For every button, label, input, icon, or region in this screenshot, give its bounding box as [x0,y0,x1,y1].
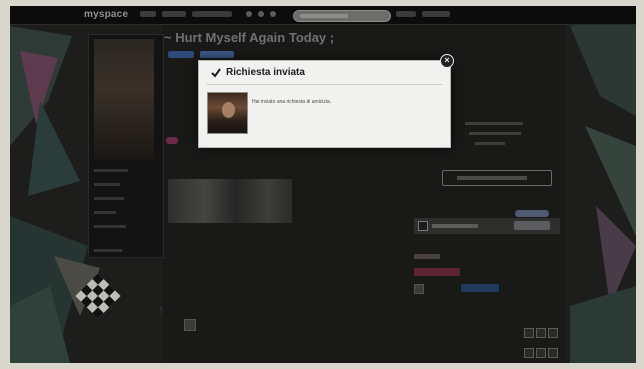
status-badge [166,137,178,144]
brand-logo[interactable]: myspace [84,9,128,20]
share-icon[interactable] [548,348,558,358]
widget-button[interactable] [514,221,550,230]
photo-strip[interactable] [168,179,292,223]
detail-line [465,122,523,125]
sidebar-link[interactable] [94,211,116,214]
sidebar-link[interactable] [94,225,126,228]
share-icon[interactable] [536,348,546,358]
photo-thumbnail[interactable] [184,319,196,331]
nav-icon[interactable] [246,11,252,17]
pill-button[interactable] [515,210,549,217]
nav-link[interactable] [162,11,186,17]
dialog-divider [207,84,442,85]
widget-row [414,218,560,234]
nav-link[interactable] [140,11,156,17]
sidebar-link[interactable] [94,197,124,200]
request-sent-dialog: Richiesta inviata Hai inviato una richie… [198,60,451,148]
detail-line [469,132,521,135]
nav-icon[interactable] [270,11,276,17]
profile-action-button[interactable] [442,170,552,186]
profile-tab[interactable] [200,51,234,58]
play-button[interactable] [461,284,499,292]
check-icon [211,68,221,78]
top-navigation-bar: myspace [10,6,636,25]
player-control[interactable] [414,284,424,294]
profile-tab[interactable] [168,51,194,58]
nav-link[interactable] [422,11,450,17]
page-title: ~ Hurt Myself Again Today ; [164,30,335,45]
friend-avatar [207,92,248,134]
share-icon[interactable] [536,328,546,338]
search-placeholder [300,14,348,18]
sidebar-link[interactable] [94,169,128,172]
search-input[interactable] [293,10,391,22]
avatar-face [222,102,235,118]
music-player-bar[interactable] [414,268,460,276]
nav-link[interactable] [396,11,416,17]
share-icon[interactable] [524,328,534,338]
checkbox[interactable] [418,221,428,231]
button-label [457,176,527,180]
widget-label [432,224,478,228]
close-icon[interactable]: × [440,54,454,68]
sidebar-link[interactable] [94,249,122,252]
detail-line [475,142,505,145]
profile-sidebar [88,34,164,258]
section-heading [414,254,440,259]
sidebar-link[interactable] [94,183,120,186]
dialog-message: Hai inviato una richiesta di amicizia. [252,99,332,105]
share-icon[interactable] [524,348,534,358]
dialog-title: Richiesta inviata [226,67,305,78]
share-icon[interactable] [548,328,558,338]
profile-photo[interactable] [94,39,154,159]
nav-link[interactable] [192,11,232,17]
nav-icon[interactable] [258,11,264,17]
